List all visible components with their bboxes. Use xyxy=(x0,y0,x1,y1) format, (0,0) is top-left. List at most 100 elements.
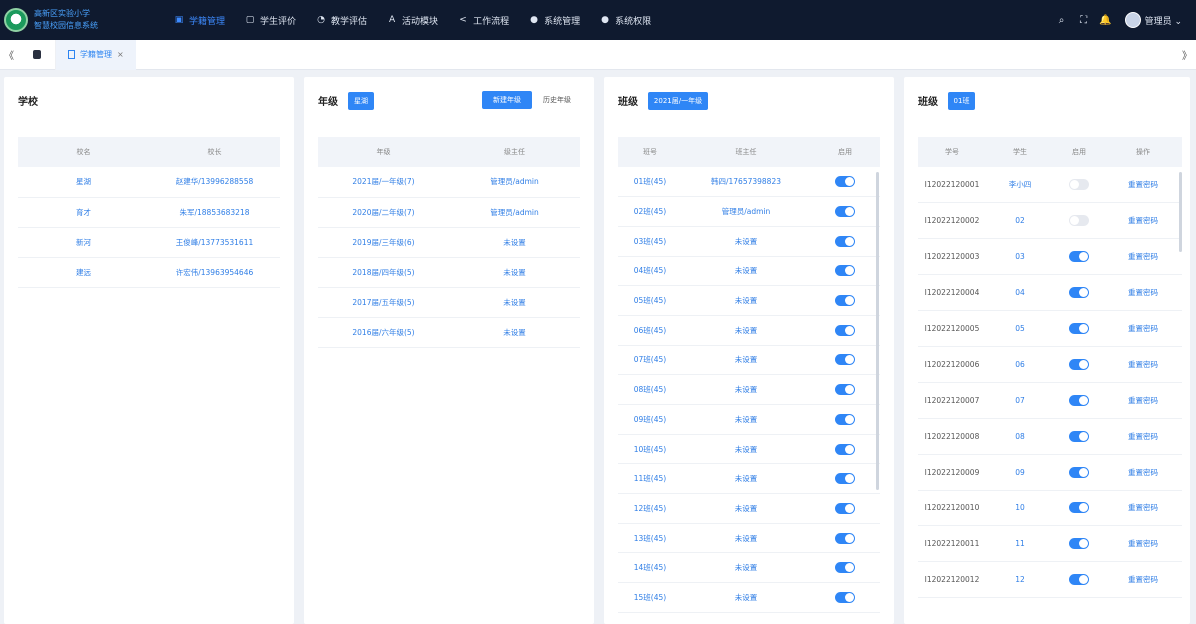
table-row[interactable]: I12022120003 03 重置密码 xyxy=(918,238,1182,276)
table-cell[interactable]: 重置密码 xyxy=(1104,454,1182,491)
enable-toggle[interactable] xyxy=(1069,574,1089,586)
table-row[interactable]: 13班(45) 未设置 xyxy=(618,523,880,554)
nav-item-0[interactable]: ▣ 学籍管理 xyxy=(164,0,235,40)
table-row[interactable]: 2018届/四年级(5) 未设置 xyxy=(318,257,580,288)
enable-toggle[interactable] xyxy=(835,176,855,188)
enable-toggle[interactable] xyxy=(835,532,855,544)
bell-icon[interactable]: 🔔 xyxy=(1095,15,1117,26)
tab-student-records[interactable]: 学籍管理 × xyxy=(56,39,136,70)
table-row[interactable]: 建远 许宏伟/13963954646 xyxy=(18,257,280,288)
avatar[interactable] xyxy=(1124,12,1141,28)
table-row[interactable]: 01班(45) 韩四/17657398823 xyxy=(618,167,880,198)
table-row[interactable]: I12022120009 09 重置密码 xyxy=(918,454,1182,491)
enable-toggle[interactable] xyxy=(1069,538,1089,550)
home-tab[interactable] xyxy=(18,39,56,70)
nav-item-1[interactable]: ▢ 学生评价 xyxy=(235,0,306,40)
enable-toggle[interactable] xyxy=(1069,394,1089,406)
enable-toggle[interactable] xyxy=(1069,251,1089,263)
table-cell[interactable]: 重置密码 xyxy=(1104,418,1182,455)
table-row[interactable]: I12022120004 04 重置密码 xyxy=(918,274,1182,312)
enable-toggle[interactable] xyxy=(1069,430,1089,442)
enable-toggle[interactable] xyxy=(1069,323,1089,334)
nav-item-2[interactable]: ◔ 教学评估 xyxy=(306,0,377,40)
enable-toggle[interactable] xyxy=(835,413,855,425)
enable-toggle[interactable] xyxy=(835,265,855,277)
table-row[interactable]: 07班(45) 未设置 xyxy=(618,345,880,376)
table-cell[interactable]: 重置密码 xyxy=(1104,561,1182,599)
table-row[interactable]: 2017届/五年级(5) 未设置 xyxy=(318,287,580,318)
table-row[interactable]: I12022120008 08 重置密码 xyxy=(918,418,1182,455)
enable-toggle[interactable] xyxy=(835,295,855,307)
table-row[interactable]: 10班(45) 未设置 xyxy=(618,434,880,465)
table-row[interactable]: 05班(45) 未设置 xyxy=(618,285,880,316)
table-cell[interactable]: 重置密码 xyxy=(1104,346,1182,383)
fullscreen-icon[interactable]: ⛶ xyxy=(1073,15,1095,26)
enable-toggle[interactable] xyxy=(835,473,855,485)
table-row[interactable]: 02班(45) 管理员/admin xyxy=(618,196,880,227)
enable-toggle[interactable] xyxy=(1069,179,1089,191)
enable-toggle[interactable] xyxy=(1069,287,1089,299)
enable-toggle[interactable] xyxy=(835,502,855,514)
close-icon[interactable]: × xyxy=(117,50,124,59)
table-row[interactable]: I12022120011 11 重置密码 xyxy=(918,525,1182,563)
nav-item-6[interactable]: ● 系统权限 xyxy=(590,0,661,40)
table-row[interactable]: 04班(45) 未设置 xyxy=(618,256,880,287)
table-row[interactable]: I12022120010 10 重置密码 xyxy=(918,490,1182,527)
table-cell[interactable]: 重置密码 xyxy=(1104,382,1182,419)
class-grade-tag[interactable]: 2021届/一年级 xyxy=(648,92,708,110)
table-row[interactable]: 09班(45) 未设置 xyxy=(618,404,880,435)
enable-toggle[interactable] xyxy=(835,591,855,603)
table-row[interactable]: I12022120007 07 重置密码 xyxy=(918,382,1182,419)
nav-item-4[interactable]: < 工作流程 xyxy=(448,0,519,40)
nav-item-5[interactable]: ● 系统管理 xyxy=(519,0,590,40)
table-cell[interactable]: 重置密码 xyxy=(1104,238,1182,276)
table-row[interactable]: 11班(45) 未设置 xyxy=(618,463,880,495)
table-row[interactable]: 08班(45) 未设置 xyxy=(618,374,880,405)
table-row[interactable]: 15班(45) 未设置 xyxy=(618,582,880,613)
enable-toggle[interactable] xyxy=(835,562,855,574)
enable-toggle[interactable] xyxy=(835,443,855,455)
table-cell[interactable]: 重置密码 xyxy=(1104,310,1182,347)
search-icon[interactable]: ⌕ xyxy=(1051,15,1073,26)
table-row[interactable]: I12022120005 05 重置密码 xyxy=(918,310,1182,347)
table-row[interactable]: 03班(45) 未设置 xyxy=(618,226,880,257)
user-menu[interactable]: 管理员 ⌄ xyxy=(1145,14,1182,27)
table-row[interactable]: I12022120001 李小四 重置密码 xyxy=(918,167,1182,204)
enable-toggle[interactable] xyxy=(835,206,855,218)
table-row[interactable]: 2021届/一年级(7) 管理员/admin xyxy=(318,167,580,198)
table-cell[interactable]: 重置密码 xyxy=(1104,525,1182,563)
nav-item-3[interactable]: A 活动模块 xyxy=(377,0,448,40)
student-class-tag[interactable]: 01班 xyxy=(948,92,975,110)
tabs-scroll-right-button[interactable]: 》 xyxy=(1178,47,1196,62)
table-row[interactable]: 06班(45) 未设置 xyxy=(618,315,880,346)
table-row[interactable]: 新河 王俊峰/13773531611 xyxy=(18,227,280,258)
grade-school-tag[interactable]: 星湖 xyxy=(348,92,374,110)
table-row[interactable]: 2020届/二年级(7) 管理员/admin xyxy=(318,197,580,228)
tabs-scroll-left-button[interactable]: 《 xyxy=(0,47,18,62)
table-row[interactable]: I12022120006 06 重置密码 xyxy=(918,346,1182,383)
table-row[interactable]: I12022120012 12 重置密码 xyxy=(918,561,1182,599)
table-cell[interactable]: 重置密码 xyxy=(1104,202,1182,240)
table-row[interactable]: 星湖 赵建华/13996288558 xyxy=(18,167,280,198)
table-cell[interactable]: 重置密码 xyxy=(1104,490,1182,527)
enable-toggle[interactable] xyxy=(835,384,855,396)
table-cell[interactable]: 重置密码 xyxy=(1104,167,1182,204)
new-grade-button[interactable]: 新建年级 xyxy=(482,91,532,109)
table-cell[interactable]: 重置密码 xyxy=(1104,274,1182,312)
enable-toggle[interactable] xyxy=(835,324,855,336)
table-row[interactable]: 2016届/六年级(5) 未设置 xyxy=(318,317,580,348)
class-table-scrollbar[interactable] xyxy=(876,172,879,490)
student-table-scrollbar[interactable] xyxy=(1179,172,1182,252)
enable-toggle[interactable] xyxy=(1069,502,1089,514)
enable-toggle[interactable] xyxy=(835,354,855,366)
enable-toggle[interactable] xyxy=(1069,466,1089,478)
enable-toggle[interactable] xyxy=(1069,358,1089,370)
enable-toggle[interactable] xyxy=(835,235,855,247)
history-grade-button[interactable]: 历史年级 xyxy=(536,91,578,109)
table-row[interactable]: I12022120002 02 重置密码 xyxy=(918,202,1182,240)
enable-toggle[interactable] xyxy=(1069,215,1089,227)
table-row[interactable]: 2019届/三年级(6) 未设置 xyxy=(318,227,580,258)
table-row[interactable]: 12班(45) 未设置 xyxy=(618,493,880,524)
table-row[interactable]: 育才 朱军/18853683218 xyxy=(18,197,280,228)
table-row[interactable]: 14班(45) 未设置 xyxy=(618,552,880,584)
